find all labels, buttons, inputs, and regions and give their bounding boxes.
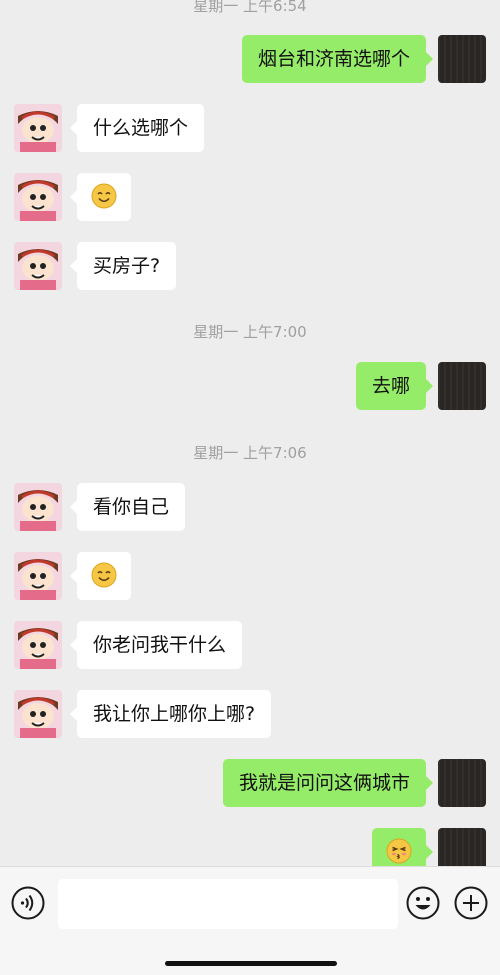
message-bubble-received[interactable]: 买房子? [69,242,177,290]
my-avatar[interactable] [438,759,486,807]
input-bar [0,866,500,975]
smile-face-icon [91,183,117,209]
cartoon-avatar-icon [14,242,62,290]
cartoon-avatar-icon [14,621,62,669]
cartoon-avatar-icon [14,173,62,221]
contact-avatar[interactable] [14,104,62,152]
timestamp: 星期一 上午7:00 [193,323,307,341]
contact-avatar[interactable] [14,690,62,738]
emoji-icon[interactable] [405,885,441,921]
cartoon-avatar-icon [14,690,62,738]
message-bubble-sent[interactable]: 去哪 [355,362,434,410]
smile-face-icon [91,562,117,588]
message-bubble-received[interactable]: 你老问我干什么 [69,621,243,669]
emoji-bubble-received[interactable] [70,552,131,600]
plus-icon[interactable] [453,885,489,921]
timestamp: 星期一 上午6:54 [193,0,307,15]
contact-avatar[interactable] [14,483,62,531]
cartoon-avatar-icon [14,483,62,531]
emoji-bubble-received[interactable] [70,173,131,221]
contact-avatar[interactable] [14,173,62,221]
message-bubble-sent[interactable]: 我就是问问这俩城市 [222,759,434,807]
message-bubble-received[interactable]: 什么选哪个 [69,104,205,152]
kissing-face-icon [386,838,412,864]
home-indicator [165,961,337,966]
cartoon-avatar-icon [14,552,62,600]
timestamp: 星期一 上午7:06 [193,444,307,462]
my-avatar[interactable] [438,35,486,83]
my-avatar[interactable] [438,362,486,410]
message-bubble-sent[interactable]: 烟台和济南选哪个 [241,35,434,83]
cartoon-avatar-icon [14,104,62,152]
contact-avatar[interactable] [14,552,62,600]
contact-avatar[interactable] [14,242,62,290]
message-bubble-received[interactable]: 看你自己 [69,483,186,531]
message-bubble-received[interactable]: 我让你上哪你上哪? [69,690,272,738]
voice-icon[interactable] [10,885,46,921]
contact-avatar[interactable] [14,621,62,669]
message-input[interactable] [58,879,398,929]
